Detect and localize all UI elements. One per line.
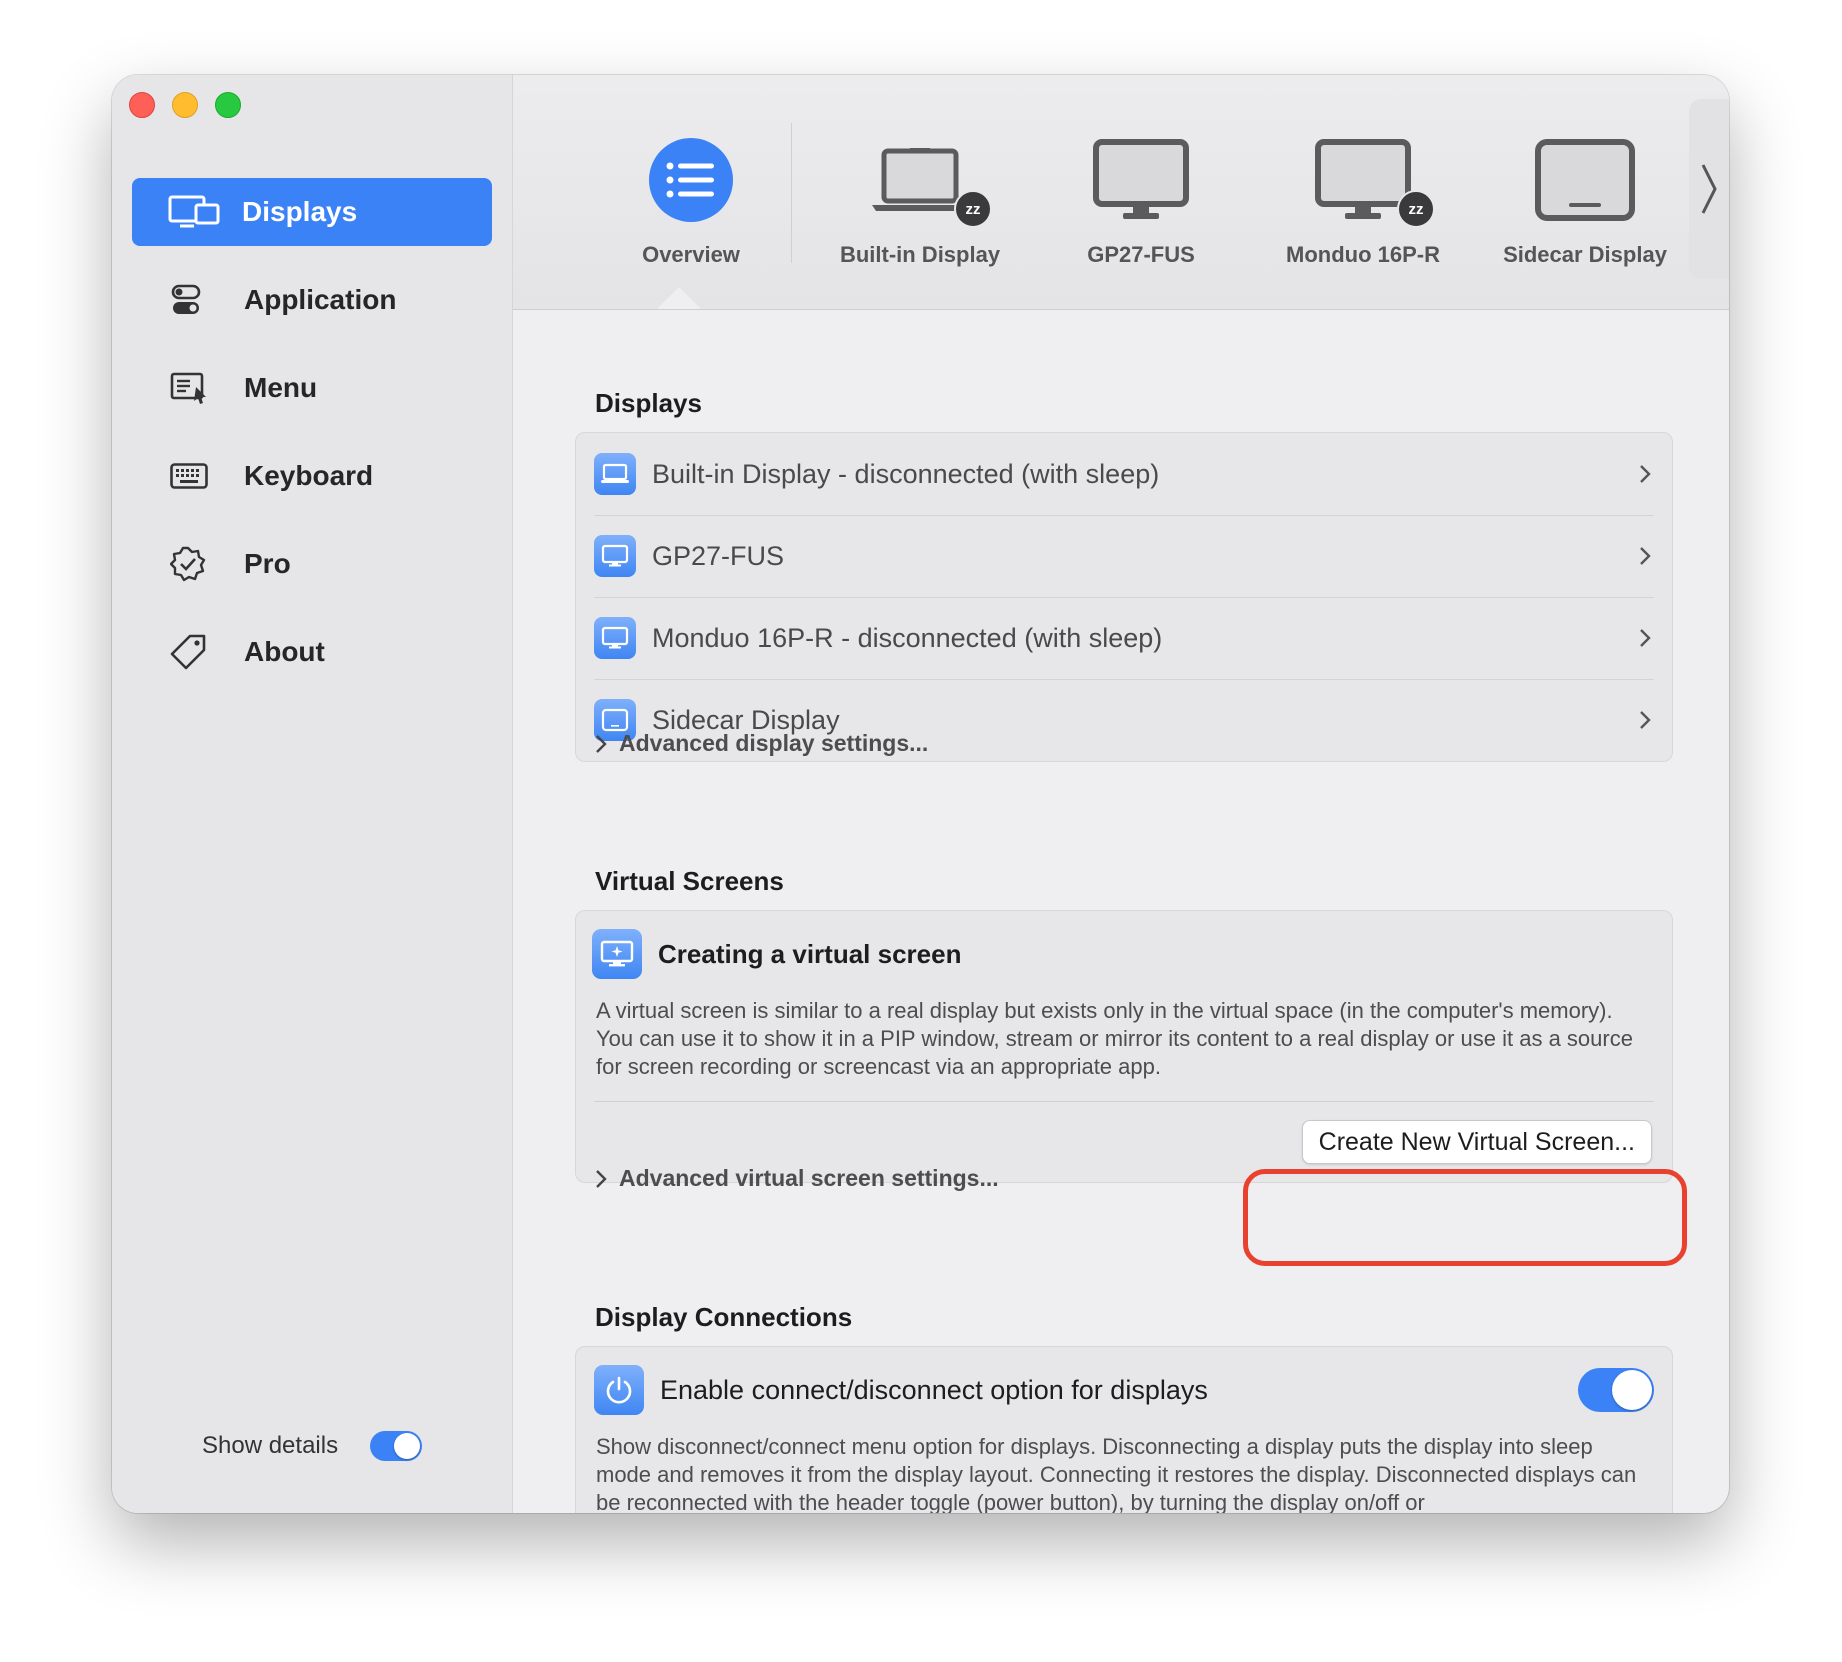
tab-monduo-16p-r[interactable]: zz Monduo 16P-R <box>1263 130 1463 268</box>
window-controls <box>129 92 241 118</box>
show-details-label: Show details <box>202 1432 339 1459</box>
tab-label: GP27-FUS <box>1087 242 1195 267</box>
tab-scroll-next-button[interactable] <box>1689 99 1729 279</box>
sidebar-item-about[interactable]: About <box>132 618 492 686</box>
monitor-icon <box>594 617 636 659</box>
list-item[interactable]: Monduo 16P-R - disconnected (with sleep) <box>576 597 1672 679</box>
overview-content: Displays Built-in Display - disconnected… <box>513 310 1729 1513</box>
sidebar-item-keyboard[interactable]: Keyboard <box>132 442 492 510</box>
list-item[interactable]: Built-in Display - disconnected (with sl… <box>576 433 1672 515</box>
chevron-right-icon <box>1638 627 1652 649</box>
close-window-button[interactable] <box>129 92 155 118</box>
displays-section-title: Displays <box>595 388 702 418</box>
chevron-right-icon <box>596 1169 607 1188</box>
sleep-badge-icon: zz <box>1397 190 1435 228</box>
display-connections-description: Show disconnect/connect menu option for … <box>596 1434 1637 1513</box>
tab-label: Overview <box>642 242 740 267</box>
display-row-label: GP27-FUS <box>652 540 785 571</box>
tab-label: Built-in Display <box>839 242 1001 267</box>
tab-sidecar-display[interactable]: Sidecar Display <box>1485 130 1685 268</box>
verified-badge-icon <box>170 542 222 586</box>
display-connections-section-title: Display Connections <box>595 1302 853 1332</box>
sidebar: Displays Application Menu Keyboard Pro A… <box>112 75 513 1513</box>
tab-gp27-fus[interactable]: GP27-FUS <box>1041 130 1241 268</box>
chevron-right-icon <box>1638 545 1652 567</box>
laptop-icon <box>594 453 636 495</box>
displays-icon <box>168 190 220 234</box>
sidebar-item-label: Keyboard <box>244 460 374 491</box>
display-row-label: Monduo 16P-R - disconnected (with sleep) <box>652 622 1163 653</box>
disclosure-label: Advanced display settings... <box>619 730 929 756</box>
sidebar-item-label: About <box>244 636 325 667</box>
chevron-right-icon <box>1638 463 1652 485</box>
power-icon <box>594 1365 644 1415</box>
sidebar-item-application[interactable]: Application <box>132 266 492 334</box>
tablet-icon <box>1535 139 1635 221</box>
sidebar-item-label: Application <box>244 284 397 315</box>
chevron-right-icon <box>596 734 607 753</box>
tag-icon <box>170 630 222 674</box>
app-window: Displays Application Menu Keyboard Pro A… <box>112 75 1729 1513</box>
sidebar-item-label: Displays <box>242 196 358 227</box>
main-panel: Overview zz Built-in Display GP27-FUS zz… <box>513 75 1729 1513</box>
zoom-window-button[interactable] <box>215 92 241 118</box>
virtual-screen-card-title: Creating a virtual screen <box>658 938 962 969</box>
sidebar-item-menu[interactable]: Menu <box>132 354 492 422</box>
sleep-badge-icon: zz <box>954 190 992 228</box>
connect-option-toggle[interactable] <box>1578 1368 1654 1412</box>
virtual-screens-section-title: Virtual Screens <box>595 866 784 896</box>
monitor-icon <box>594 535 636 577</box>
virtual-screen-card: Creating a virtual screen A virtual scre… <box>575 910 1673 1183</box>
display-tab-bar: Overview zz Built-in Display GP27-FUS zz… <box>513 75 1729 310</box>
minimize-window-button[interactable] <box>172 92 198 118</box>
virtual-screen-icon <box>592 929 642 979</box>
sidebar-item-pro[interactable]: Pro <box>132 530 492 598</box>
tab-label: Sidecar Display <box>1503 242 1667 267</box>
tab-built-in-display[interactable]: zz Built-in Display <box>820 130 1020 268</box>
display-connections-card: Enable connect/disconnect option for dis… <box>575 1346 1673 1513</box>
button-highlight-annotation <box>1243 1169 1687 1266</box>
displays-list: Built-in Display - disconnected (with sl… <box>575 432 1673 762</box>
virtual-screen-description: A virtual screen is similar to a real di… <box>596 998 1633 1079</box>
tab-divider <box>791 123 792 263</box>
create-new-virtual-screen-button[interactable]: Create New Virtual Screen... <box>1301 1120 1652 1164</box>
display-row-label: Built-in Display - disconnected (with sl… <box>652 458 1160 489</box>
sidebar-item-displays[interactable]: Displays <box>132 178 492 246</box>
tab-label: Monduo 16P-R <box>1286 242 1440 267</box>
keyboard-icon <box>170 454 222 498</box>
connect-option-label: Enable connect/disconnect option for dis… <box>660 1374 1208 1405</box>
selected-tab-pointer <box>657 287 701 309</box>
advanced-virtual-screen-settings-disclosure[interactable]: Advanced virtual screen settings... <box>595 1165 999 1192</box>
chevron-right-icon <box>1701 164 1717 214</box>
toggles-icon <box>170 278 222 322</box>
advanced-display-settings-disclosure[interactable]: Advanced display settings... <box>595 730 928 757</box>
tab-overview[interactable]: Overview <box>591 130 791 268</box>
list-icon <box>649 138 733 222</box>
menu-icon <box>170 366 222 410</box>
sidebar-item-label: Menu <box>244 372 318 403</box>
sidebar-item-label: Pro <box>244 548 291 579</box>
monitor-icon <box>1093 139 1189 219</box>
show-details-toggle[interactable] <box>370 1431 423 1461</box>
disclosure-label: Advanced virtual screen settings... <box>619 1165 999 1191</box>
sidebar-nav: Displays Application Menu Keyboard Pro A… <box>132 178 492 706</box>
show-details-control: Show details <box>202 1431 423 1461</box>
list-item[interactable]: GP27-FUS <box>576 515 1672 597</box>
chevron-right-icon <box>1638 709 1652 731</box>
